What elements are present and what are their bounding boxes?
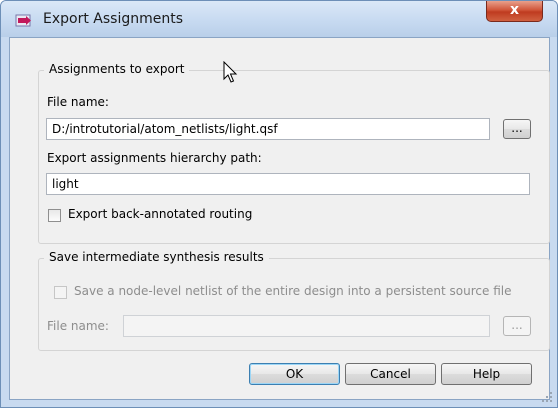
browse-label: ... bbox=[511, 318, 523, 332]
synthesis-file-name-input[interactable] bbox=[123, 315, 490, 337]
export-routing-label[interactable]: Export back-annotated routing bbox=[68, 207, 252, 221]
synthesis-browse-button[interactable]: ... bbox=[503, 316, 531, 336]
file-name-label: File name: bbox=[47, 95, 109, 109]
help-label: Help bbox=[472, 367, 501, 381]
mouse-pointer-icon bbox=[223, 61, 238, 83]
save-netlist-label[interactable]: Save a node-level netlist of the entire … bbox=[74, 284, 512, 298]
group-title: Save intermediate synthesis results bbox=[44, 250, 269, 264]
dialog-body: Assignments to export File name: D:/intr… bbox=[9, 37, 550, 400]
resize-grip-icon[interactable] bbox=[541, 391, 553, 403]
browse-button[interactable]: ... bbox=[503, 119, 531, 139]
assignments-to-export-group: Assignments to export File name: D:/intr… bbox=[38, 62, 550, 244]
synthesis-file-name-label: File name: bbox=[47, 319, 109, 333]
save-netlist-checkbox[interactable] bbox=[54, 286, 67, 299]
cancel-label: Cancel bbox=[370, 367, 411, 381]
hierarchy-path-label: Export assignments hierarchy path: bbox=[47, 151, 262, 165]
help-button[interactable]: Help bbox=[441, 363, 532, 385]
window-title: Export Assignments bbox=[43, 11, 183, 27]
title-bar[interactable]: Export Assignments x bbox=[1, 1, 557, 37]
export-assignments-icon bbox=[15, 14, 31, 27]
group-title: Assignments to export bbox=[44, 62, 190, 76]
export-routing-checkbox[interactable] bbox=[48, 209, 61, 222]
cancel-button[interactable]: Cancel bbox=[345, 363, 436, 385]
hierarchy-path-input[interactable]: light bbox=[46, 173, 530, 195]
synthesis-results-group: Save intermediate synthesis results Save… bbox=[38, 250, 550, 351]
ok-button[interactable]: OK bbox=[249, 363, 340, 385]
export-assignments-dialog: Export Assignments x Assignments to expo… bbox=[0, 0, 558, 408]
close-button[interactable]: x bbox=[486, 1, 543, 22]
browse-label: ... bbox=[511, 121, 523, 135]
close-icon: x bbox=[509, 2, 520, 18]
ok-label: OK bbox=[285, 367, 304, 381]
file-name-input[interactable]: D:/introtutorial/atom_netlists/light.qsf bbox=[46, 118, 490, 140]
